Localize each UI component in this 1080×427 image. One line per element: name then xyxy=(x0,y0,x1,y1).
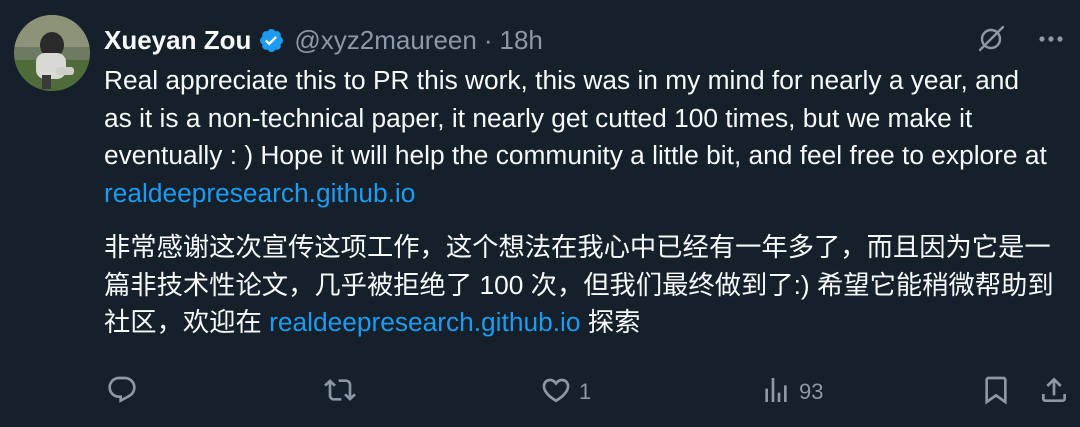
view-count: 93 xyxy=(799,379,824,404)
bookmark-button[interactable] xyxy=(980,370,1012,414)
action-bar: 1 93 xyxy=(104,370,1066,414)
like-count: 1 xyxy=(579,379,592,404)
reply-button[interactable] xyxy=(106,370,145,414)
tweet-paragraph-english: Real appreciate this to PR this work, th… xyxy=(104,62,1054,212)
views-button[interactable]: 93 xyxy=(760,370,823,414)
tweet-paragraph-chinese: 非常感谢这次宣传这项工作，这个想法在我心中已经有一年多了，而且因为它是一篇非技术… xyxy=(104,229,1054,342)
tweet-header: Xueyan Zou @xyz2maureen · 18h xyxy=(104,18,543,62)
bookmark-icon xyxy=(980,374,1012,411)
views-icon xyxy=(760,374,792,411)
heart-icon xyxy=(540,374,572,411)
tweet-paragraph-chinese-suffix: 探索 xyxy=(580,307,641,337)
avatar[interactable] xyxy=(14,15,90,91)
display-name[interactable]: Xueyan Zou xyxy=(104,25,251,56)
tweet-text: Real appreciate this to PR this work, th… xyxy=(104,62,1054,342)
share-button[interactable] xyxy=(1038,370,1070,414)
like-button[interactable]: 1 xyxy=(540,370,591,414)
retweet-button[interactable] xyxy=(324,370,363,414)
verified-badge-icon xyxy=(258,27,285,54)
tweet-paragraph-english-text: Real appreciate this to PR this work, th… xyxy=(104,65,1047,170)
project-link-chinese[interactable]: realdeepresearch.github.io xyxy=(269,307,580,337)
timestamp[interactable]: 18h xyxy=(500,25,543,56)
grok-icon[interactable] xyxy=(974,22,1008,56)
top-actions xyxy=(974,22,1066,56)
reply-icon xyxy=(106,374,138,411)
share-icon xyxy=(1038,374,1070,411)
tweet: Xueyan Zou @xyz2maureen · 18h Real appre… xyxy=(0,0,1080,427)
project-link[interactable]: realdeepresearch.github.io xyxy=(104,178,415,208)
header-separator: · xyxy=(483,24,493,55)
more-icon[interactable] xyxy=(1036,24,1066,54)
retweet-icon xyxy=(324,374,356,411)
user-handle[interactable]: @xyz2maureen xyxy=(294,25,476,56)
